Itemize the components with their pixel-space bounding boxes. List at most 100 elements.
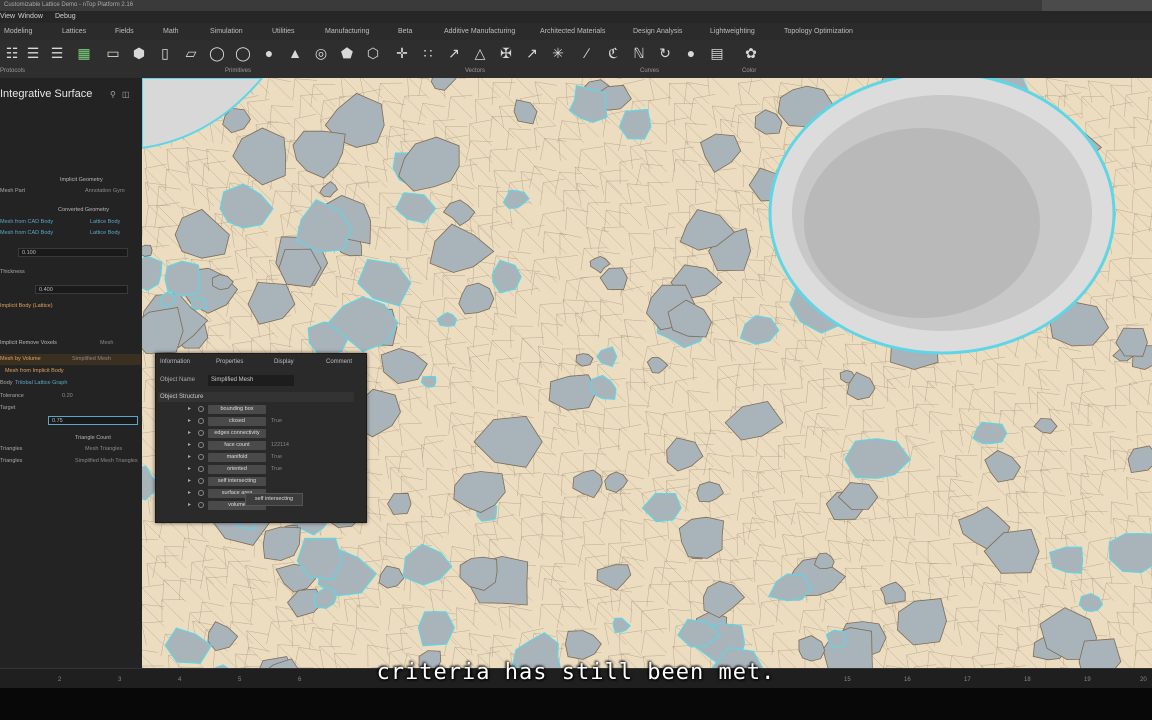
tree-item-button[interactable]: self intersecting [208,477,266,486]
row-value: Mesh Triangles [85,446,123,452]
shade-sphere-icon[interactable]: ● [682,44,700,62]
tree-row[interactable]: ▸ face count 122114 [156,440,356,451]
tooltip: self intersecting [245,493,303,506]
tab-manufacturing[interactable]: Manufacturing [325,23,369,40]
tree-item-button[interactable]: bounding box [208,405,266,414]
row-value: Simplified Mesh [72,356,111,362]
expand-arrow-icon[interactable]: ▸ [188,453,191,460]
monitor-check-icon[interactable]: ▦ [75,44,93,62]
curve-icon[interactable]: ℕ [630,44,648,62]
expand-arrow-icon[interactable]: ▸ [188,441,191,448]
object-name-field[interactable]: Simplified Mesh [208,375,294,386]
tab-simulation[interactable]: Simulation [210,23,243,40]
row-label: Body [0,380,13,386]
color-palette-icon[interactable]: ✿ [742,44,760,62]
list-icon[interactable]: ☰ [24,44,42,62]
tab-utilities[interactable]: Utilities [272,23,295,40]
tab-beta[interactable]: Beta [398,23,412,40]
tree-item-button[interactable]: manifold [208,453,266,462]
visibility-icon[interactable] [198,442,204,448]
tree-row[interactable]: ▸ self intersecting [156,476,356,487]
tree-item-button[interactable]: face count [208,441,266,450]
sphere-icon[interactable]: ● [260,44,278,62]
visibility-icon[interactable] [198,478,204,484]
box-icon[interactable]: ▭ [104,44,122,62]
wire-cube-icon[interactable]: ⬡ [364,44,382,62]
row-label: Converted Geometry [58,207,110,213]
row-label: Implicit Remove Voxels [0,340,57,346]
protocols-icon[interactable]: ☷ [3,44,21,62]
points-icon[interactable]: ∷ [419,44,437,62]
pentagon-icon[interactable]: ⬟ [338,44,356,62]
tab-additive-manufacturing[interactable]: Additive Manufacturing [444,23,515,40]
tab-fields[interactable]: Fields [115,23,134,40]
tab-lattices[interactable]: Lattices [62,23,86,40]
tree-row[interactable]: ▸ oriented True [156,464,356,475]
tree-item-button[interactable]: closed [208,417,266,426]
tab-design-analysis[interactable]: Design Analysis [633,23,682,40]
tree-row[interactable]: ▸ closed True [156,416,356,427]
tab-topology-optimization[interactable]: Topology Optimization [784,23,853,40]
cube-icon[interactable]: ⬢ [130,44,148,62]
expand-arrow-icon[interactable]: ▸ [188,405,191,412]
target-field[interactable]: 0.75 [48,416,138,425]
thickness-field[interactable]: 0.400 [35,285,128,294]
tab-comment[interactable]: Comment [326,359,352,365]
tab-math[interactable]: Math [163,23,179,40]
visibility-icon[interactable] [198,454,204,460]
expand-arrow-icon[interactable]: ▸ [188,465,191,472]
texture-icon[interactable]: ▤ [708,44,726,62]
visibility-icon[interactable] [198,406,204,412]
menu-debug[interactable]: Debug [55,11,76,23]
row-label: Mesh from CAD Body [0,219,54,225]
row-label: Triangles [0,446,23,452]
window-controls[interactable] [1042,0,1152,11]
tree-row[interactable]: ▸ bounding box [156,404,356,415]
visibility-icon[interactable] [198,466,204,472]
row-value: Trilobal Lattice Graph [15,380,68,386]
tree-item-button[interactable]: oriented [208,465,266,474]
tab-architected-materials[interactable]: Architected Materials [540,23,605,40]
tree-row[interactable]: ▸ manifold True [156,452,356,463]
save-icon[interactable]: ◫ [122,90,130,99]
tree-item-value: True [271,454,283,460]
cylinder-icon[interactable]: ◯ [208,44,226,62]
capsule-icon[interactable]: ◯ [234,44,252,62]
expand-arrow-icon[interactable]: ▸ [188,429,191,436]
visibility-icon[interactable] [198,418,204,424]
torus-icon[interactable]: ◎ [312,44,330,62]
plane-icon[interactable]: △ [471,44,489,62]
visibility-icon[interactable] [198,502,204,508]
frame-icon[interactable]: ✳ [549,44,567,62]
expand-arrow-icon[interactable]: ▸ [188,489,191,496]
vector-icon[interactable]: ↗ [523,44,541,62]
tab-lightweighting[interactable]: Lightweighting [710,23,755,40]
tab-modeling[interactable]: Modeling [4,23,32,40]
prism-icon[interactable]: ▯ [156,44,174,62]
axes-icon[interactable]: ✠ [497,44,515,62]
tab-information[interactable]: Information [160,359,190,365]
slab-icon[interactable]: ▱ [182,44,200,62]
line-icon[interactable]: ∕ [578,44,596,62]
row-label: Mesh Part [0,188,26,194]
row-label: Triangle Count [75,435,111,441]
visibility-icon[interactable] [198,430,204,436]
tab-properties[interactable]: Properties [216,359,243,365]
vector-arrow-icon[interactable]: ↗ [445,44,463,62]
polyline-icon[interactable]: ℭ [604,44,622,62]
expand-arrow-icon[interactable]: ▸ [188,417,191,424]
list-add-icon[interactable]: ☰ [48,44,66,62]
menu-window[interactable]: Window [18,11,43,23]
arc-icon[interactable]: ↻ [656,44,674,62]
point-icon[interactable]: ✛ [393,44,411,62]
menu-view[interactable]: View [0,11,15,23]
pin-icon[interactable]: ⚲ [110,90,116,99]
expand-arrow-icon[interactable]: ▸ [188,501,191,508]
tab-display[interactable]: Display [274,359,294,365]
tree-item-button[interactable]: edges connectivity [208,429,266,438]
expand-arrow-icon[interactable]: ▸ [188,477,191,484]
visibility-icon[interactable] [198,490,204,496]
cone-icon[interactable]: ▲ [286,44,304,62]
tolerance-field[interactable]: 0.100 [18,248,128,257]
tree-row[interactable]: ▸ edges connectivity [156,428,356,439]
